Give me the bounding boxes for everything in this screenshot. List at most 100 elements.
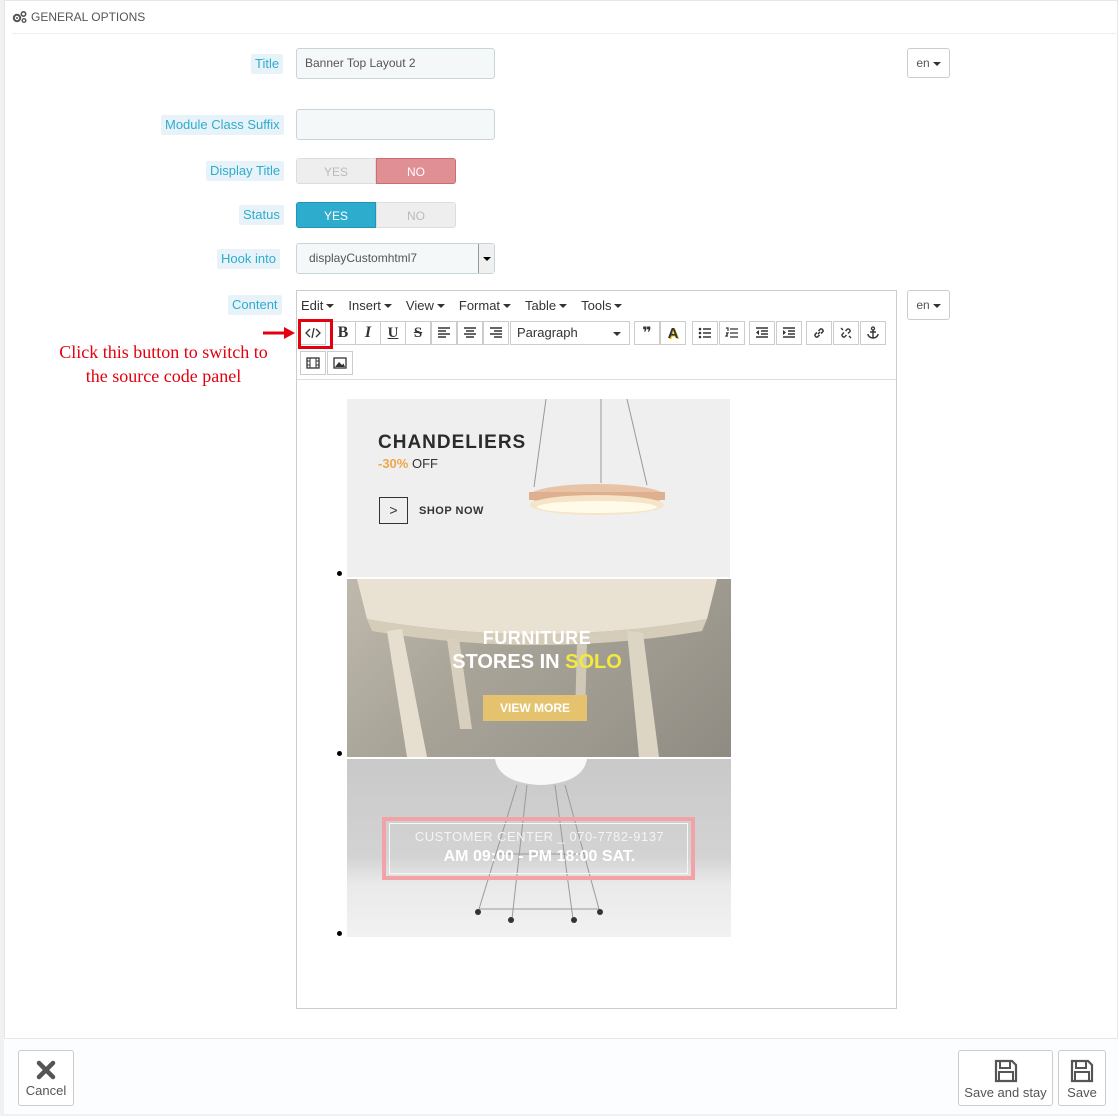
blockquote-button[interactable]: ❞ — [634, 321, 660, 345]
outdent-button[interactable] — [749, 321, 775, 345]
status-yes-option[interactable]: YES — [296, 202, 376, 228]
editor-menubar: Edit Insert View Format Table Tools — [297, 291, 896, 319]
chevron-down-icon — [326, 304, 335, 309]
save-and-stay-label: Save and stay — [964, 1085, 1047, 1100]
align-right-icon — [490, 327, 502, 338]
content-language-dropdown[interactable]: en — [907, 290, 950, 320]
cogs-icon — [12, 10, 27, 23]
title-language-dropdown[interactable]: en — [907, 48, 950, 78]
customer-center-hours: AM 09:00 - PM 18:00 SAT. — [443, 848, 636, 865]
outdent-icon — [756, 327, 768, 338]
chandeliers-discount-line: -30% OFF — [378, 456, 438, 471]
underline-icon: U — [387, 324, 399, 341]
hook-into-label: Hook into — [217, 249, 280, 269]
menu-format[interactable]: Format — [459, 298, 512, 313]
furniture-line2: STORES IN SOLO — [347, 651, 727, 674]
underline-button[interactable]: U — [380, 321, 406, 345]
menu-edit[interactable]: Edit — [301, 298, 335, 313]
save-icon — [994, 1059, 1017, 1083]
italic-button[interactable]: I — [355, 321, 381, 345]
chandeliers-discount: -30% — [378, 456, 409, 471]
italic-icon: I — [364, 324, 372, 341]
unlink-icon — [840, 327, 852, 339]
numbered-list-button[interactable] — [719, 321, 745, 345]
shop-now-arrow-icon[interactable]: > — [379, 497, 408, 524]
bullet-list-icon — [698, 327, 711, 339]
save-button[interactable]: Save — [1058, 1050, 1106, 1106]
shop-now-link[interactable]: SHOP NOW — [419, 505, 484, 517]
status-label: Status — [239, 205, 284, 225]
list-bullet — [337, 931, 342, 936]
editor-content-area[interactable]: CHANDELIERS -30% OFF > SHOP NOW FURNITUR… — [297, 379, 896, 1008]
align-center-button[interactable] — [457, 321, 483, 345]
unlink-button[interactable] — [833, 321, 859, 345]
link-button[interactable] — [806, 321, 832, 345]
menu-view[interactable]: View — [406, 298, 445, 313]
module-class-suffix-label: Module Class Suffix — [161, 115, 284, 135]
hook-into-select[interactable]: displayCustomhtml7 — [296, 243, 495, 274]
save-icon — [1070, 1059, 1094, 1083]
chandelier-lamp-image — [529, 399, 665, 515]
chandeliers-title: CHANDELIERS — [378, 432, 527, 453]
block-format-select[interactable]: Paragraph — [510, 321, 630, 345]
annotation-hint-text: Click this button to switch to the sourc… — [59, 342, 268, 386]
furniture-line2-stores: STORES IN — [452, 651, 560, 673]
content-language-value: en — [916, 298, 930, 312]
media-icon — [306, 357, 320, 369]
insert-image-button[interactable] — [327, 351, 353, 375]
customer-center-phone: CUSTOMER CENTER _ 070-7782-9137 — [414, 829, 665, 844]
bold-button[interactable]: B — [330, 321, 356, 345]
status-no-option[interactable]: NO — [376, 202, 456, 228]
align-right-button[interactable] — [483, 321, 509, 345]
display-title-no-option[interactable]: NO — [376, 158, 456, 184]
content-label: Content — [228, 295, 282, 315]
chevron-down-icon — [383, 304, 392, 309]
menu-insert[interactable]: Insert — [348, 298, 392, 313]
hook-into-value: displayCustomhtml7 — [309, 251, 418, 265]
align-left-button[interactable] — [431, 321, 457, 345]
furniture-banner: FURNITURE STORES IN SOLO VIEW MORE — [347, 579, 731, 757]
menu-table[interactable]: Table — [525, 298, 568, 313]
indent-icon — [783, 327, 795, 338]
anchor-icon — [867, 326, 879, 339]
save-label: Save — [1067, 1085, 1097, 1100]
display-title-switch[interactable]: YES NO — [296, 158, 456, 184]
annotation-arrow-icon — [263, 327, 295, 339]
strikethrough-icon: S — [413, 324, 423, 341]
indent-button[interactable] — [776, 321, 802, 345]
customer-center-banner: CUSTOMER CENTER _ 070-7782-9137 AM 09:00… — [347, 759, 731, 937]
block-format-value: Paragraph — [517, 325, 578, 340]
align-left-icon — [438, 327, 450, 338]
source-code-button[interactable] — [300, 321, 326, 345]
module-class-suffix-input[interactable] — [296, 109, 495, 140]
menu-tools[interactable]: Tools — [581, 298, 623, 313]
select-arrow-icon[interactable] — [478, 244, 494, 273]
list-bullet — [337, 571, 342, 576]
strikethrough-button[interactable]: S — [405, 321, 431, 345]
status-switch[interactable]: YES NO — [296, 202, 456, 228]
panel-heading-text: GENERAL OPTIONS — [31, 9, 146, 24]
display-title-label: Display Title — [206, 161, 285, 181]
chevron-down-icon — [503, 304, 512, 309]
furniture-line1: FURNITURE — [482, 628, 592, 648]
save-and-stay-button[interactable]: Save and stay — [958, 1050, 1053, 1106]
title-language-value: en — [916, 56, 930, 70]
chevron-down-icon — [614, 304, 623, 309]
view-more-button[interactable]: VIEW MORE — [483, 695, 587, 721]
cancel-label: Cancel — [25, 1083, 67, 1098]
panel-footer: Cancel Save and stay Save — [4, 1038, 1118, 1114]
chevron-down-icon — [932, 61, 941, 66]
cancel-button[interactable]: Cancel — [18, 1050, 74, 1106]
close-icon — [36, 1060, 56, 1080]
source-code-icon — [305, 327, 321, 339]
display-title-yes-option[interactable]: YES — [296, 158, 376, 184]
text-color-button[interactable]: A — [660, 321, 686, 345]
align-center-icon — [464, 327, 476, 338]
insert-media-button[interactable] — [300, 351, 326, 375]
bold-icon: B — [337, 324, 349, 341]
numbered-list-icon — [725, 327, 738, 338]
anchor-button[interactable] — [860, 321, 886, 345]
title-input[interactable]: Banner Top Layout 2 — [296, 48, 495, 79]
chevron-down-icon — [932, 303, 941, 308]
bullet-list-button[interactable] — [692, 321, 718, 345]
